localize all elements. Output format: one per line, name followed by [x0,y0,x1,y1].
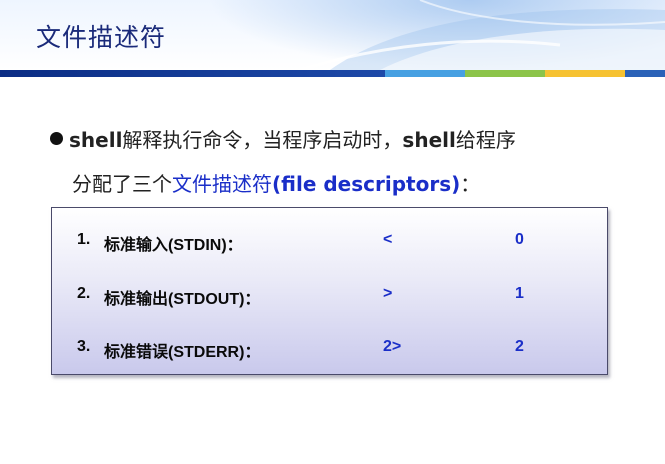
row-fd-number: 1 [515,285,524,302]
bullet-dot-icon [50,132,63,145]
row-label: 标准错误(STDERR)： [104,344,261,361]
divider-segment-green [465,70,545,77]
row-number: 3. [77,338,91,355]
slide: 文件描述符 shell解释执行命令，当程序启动时，shell给程序 分配了三个文… [0,0,665,464]
slide-header: 文件描述符 [0,0,665,70]
text-shell-1: shell [69,128,123,152]
bullet-line-2: 分配了三个文件描述符(file descriptors)： [50,162,650,206]
table-row: 3. 标准错误(STDERR)： 2> 2 [52,338,609,362]
row-label: 标准输出(STDOUT)： [104,291,261,308]
divider-segment-dark [0,70,385,77]
row-fd-number: 0 [515,231,524,248]
text-segment-5: 分配了三个 [72,172,172,196]
text-colon: ： [460,172,481,196]
text-fd-english: (file descriptors) [272,172,461,196]
row-number: 1. [77,231,91,248]
row-symbol: 2> [383,338,402,355]
row-symbol: < [383,231,393,248]
row-number: 2. [77,285,91,302]
divider-segment-blue [385,70,465,77]
text-segment-2: 解释执行命令，当程序启动时， [122,128,403,152]
text-segment-4: 给程序 [455,128,516,152]
row-symbol: > [383,285,393,302]
text-fd-term: 文件描述符 [172,172,272,196]
bullet-paragraph: shell解释执行命令，当程序启动时，shell给程序 分配了三个文件描述符(f… [50,118,650,206]
row-label: 标准输入(STDIN)： [104,237,243,254]
table-row: 1. 标准输入(STDIN)： < 0 [52,231,609,255]
row-fd-number: 2 [515,338,524,355]
text-shell-2: shell [402,128,456,152]
table-row: 2. 标准输出(STDOUT)： > 1 [52,285,609,309]
fd-table-box: 1. 标准输入(STDIN)： < 0 2. 标准输出(STDOUT)： > 1… [51,207,608,375]
divider-segment-end [625,70,665,77]
divider-segment-yellow [545,70,625,77]
header-divider [0,70,665,77]
page-title: 文件描述符 [36,23,167,52]
